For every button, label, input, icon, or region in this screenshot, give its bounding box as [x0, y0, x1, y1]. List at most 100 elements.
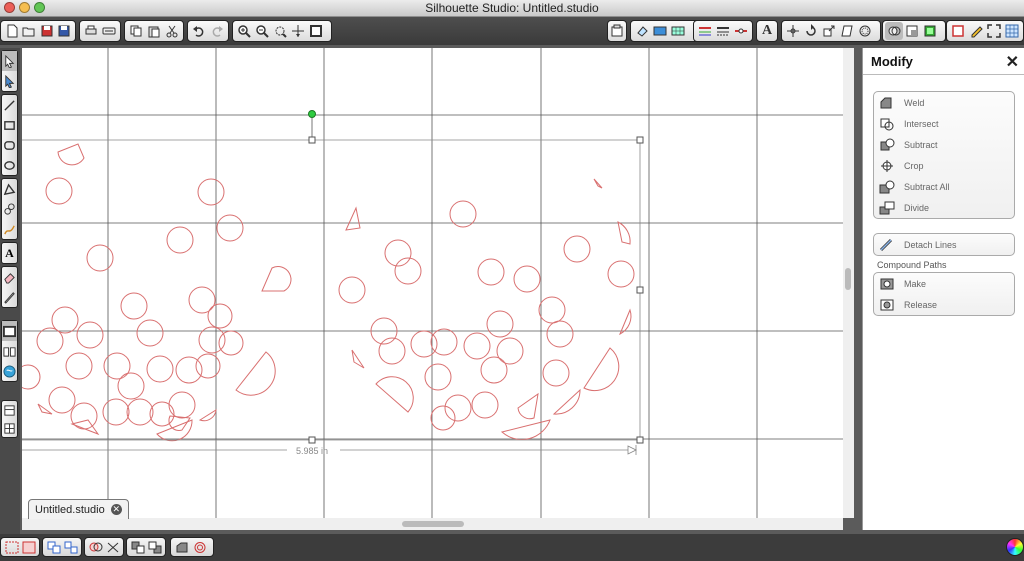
- rotate-handle[interactable]: [308, 110, 316, 118]
- line-tool-icon[interactable]: [2, 95, 17, 115]
- shape-circle[interactable]: [477, 258, 505, 286]
- deselect-icon[interactable]: [20, 539, 37, 555]
- shape-circle[interactable]: [117, 372, 145, 400]
- edit-points-icon[interactable]: [2, 71, 17, 91]
- canvas-drawing[interactable]: 5.985 in: [22, 48, 843, 518]
- open-folder-icon[interactable]: [21, 22, 39, 40]
- weld-button[interactable]: Weld: [874, 92, 1014, 113]
- zoom-out-icon[interactable]: [253, 22, 271, 40]
- shape-wedge[interactable]: [583, 347, 620, 392]
- cut-scissors-icon[interactable]: [163, 22, 181, 40]
- shape-circle[interactable]: [563, 235, 591, 263]
- grid-view-icon[interactable]: [1003, 22, 1021, 40]
- shape-wedge[interactable]: [552, 388, 581, 415]
- shape-wedge[interactable]: [500, 419, 551, 441]
- text-style-icon[interactable]: A: [759, 22, 775, 40]
- shape-semicircle[interactable]: [57, 143, 85, 166]
- zoom-in-icon[interactable]: [235, 22, 253, 40]
- shape-circle[interactable]: [65, 352, 93, 380]
- shape-wedge[interactable]: [198, 409, 217, 422]
- divide-button[interactable]: Divide: [874, 197, 1014, 218]
- shape-circle[interactable]: [486, 310, 514, 338]
- text-tool-icon[interactable]: A: [2, 243, 17, 263]
- shape-wedge[interactable]: [617, 221, 631, 245]
- bring-to-front-icon[interactable]: [129, 539, 146, 555]
- eraser-tool-icon[interactable]: [2, 267, 17, 287]
- resize-handle-right[interactable]: [636, 286, 644, 294]
- ungroup-icon[interactable]: [62, 539, 79, 555]
- sketch-pen-icon[interactable]: [967, 22, 985, 40]
- copy-icon[interactable]: [127, 22, 145, 40]
- shape-wedge[interactable]: [375, 376, 414, 413]
- pattern-fill-icon[interactable]: [669, 22, 687, 40]
- subtract-button[interactable]: Subtract: [874, 134, 1014, 155]
- zoom-selection-icon[interactable]: [271, 22, 289, 40]
- shape-semicircle[interactable]: [261, 266, 292, 292]
- knife-tool-icon[interactable]: [2, 287, 17, 307]
- shape-circle[interactable]: [513, 265, 541, 293]
- make-compound-path-icon[interactable]: [87, 539, 104, 555]
- shape-circle[interactable]: [480, 356, 508, 384]
- horizontal-scrollbar[interactable]: [22, 518, 843, 530]
- selection-box[interactable]: 5.985 in: [22, 110, 644, 457]
- shape-circle[interactable]: [207, 303, 233, 329]
- move-icon[interactable]: [784, 22, 802, 40]
- curve-tool-icon[interactable]: [2, 199, 17, 219]
- shape-circle[interactable]: [168, 391, 196, 419]
- design-canvas[interactable]: 5.985 in: [22, 48, 843, 518]
- shape-circle[interactable]: [149, 401, 175, 427]
- paste-icon[interactable]: [145, 22, 163, 40]
- polygon-tool-icon[interactable]: [2, 179, 17, 199]
- resize-handle-bottom[interactable]: [308, 436, 316, 444]
- resize-handle-top-right[interactable]: [636, 136, 644, 144]
- shape-circle[interactable]: [607, 260, 635, 288]
- detach-lines-button[interactable]: Detach Lines: [874, 234, 1014, 255]
- intersect-button[interactable]: Intersect: [874, 113, 1014, 134]
- shape-circle[interactable]: [424, 363, 452, 391]
- shape-circle[interactable]: [218, 330, 244, 356]
- resize-handle-top[interactable]: [308, 136, 316, 144]
- cut-shapes[interactable]: [22, 143, 635, 442]
- save-icon[interactable]: [38, 22, 56, 40]
- layer-view-icon[interactable]: [2, 401, 17, 419]
- fullscreen-icon[interactable]: [985, 22, 1003, 40]
- shape-circle[interactable]: [48, 386, 76, 414]
- release-compound-button[interactable]: Release: [874, 294, 1014, 315]
- subtract-all-button[interactable]: Subtract All: [874, 176, 1014, 197]
- shape-circle[interactable]: [188, 286, 216, 314]
- select-all-icon[interactable]: [3, 539, 20, 555]
- shape-circle[interactable]: [546, 320, 574, 348]
- gradient-fill-icon[interactable]: [651, 22, 669, 40]
- freehand-tool-icon[interactable]: [2, 219, 17, 239]
- send-to-cutter-icon[interactable]: [100, 22, 118, 40]
- shape-circle[interactable]: [146, 355, 174, 383]
- shape-circle[interactable]: [76, 321, 104, 349]
- offset-icon[interactable]: [856, 22, 874, 40]
- shape-circle[interactable]: [136, 319, 164, 347]
- library-book-icon[interactable]: [2, 341, 17, 361]
- shape-circle[interactable]: [471, 391, 499, 419]
- ellipse-tool-icon[interactable]: [2, 155, 17, 175]
- shape-circle[interactable]: [45, 177, 73, 205]
- crop-button[interactable]: Crop: [874, 155, 1014, 176]
- color-wheel-icon[interactable]: [1006, 538, 1024, 556]
- shear-icon[interactable]: [838, 22, 856, 40]
- online-store-icon[interactable]: [2, 361, 17, 381]
- shape-wedge[interactable]: [593, 178, 603, 189]
- shape-wedge[interactable]: [70, 419, 100, 436]
- release-compound-path-icon[interactable]: [104, 539, 121, 555]
- shape-wedge[interactable]: [351, 349, 365, 369]
- shape-circle[interactable]: [126, 398, 154, 426]
- shape-circle[interactable]: [197, 178, 225, 206]
- shape-circle[interactable]: [463, 332, 491, 360]
- shape-circle[interactable]: [496, 337, 524, 365]
- shape-circle[interactable]: [430, 328, 458, 356]
- shape-circle[interactable]: [102, 398, 130, 426]
- trace-panel-icon[interactable]: [921, 22, 939, 40]
- horizontal-scroll-thumb[interactable]: [402, 521, 464, 527]
- line-color-icon[interactable]: [696, 22, 714, 40]
- scale-icon[interactable]: [820, 22, 838, 40]
- group-icon[interactable]: [45, 539, 62, 555]
- new-document-icon[interactable]: [3, 22, 21, 40]
- cut-style-icon[interactable]: [732, 22, 750, 40]
